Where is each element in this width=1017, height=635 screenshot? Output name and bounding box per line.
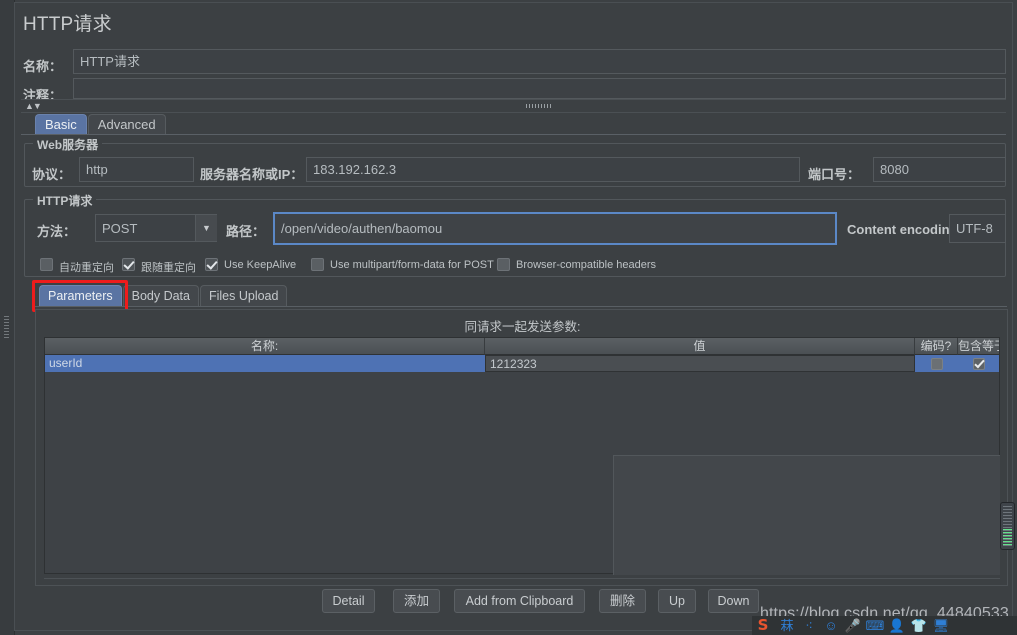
splitter-dots-icon[interactable] <box>526 104 552 108</box>
name-label: 名称： <box>23 59 63 74</box>
tab-underline <box>21 134 1006 135</box>
main-tabstrip: Basic Advanced <box>35 114 167 135</box>
ime-toolbox-icon[interactable]: 🖥 <box>930 617 952 634</box>
ime-toolbar[interactable]: S 菻 ⁖ ☺ 🎤 ⌨ 👤 👕 🖥 <box>752 616 1017 635</box>
comment-input[interactable] <box>73 78 1006 99</box>
cell-param-include-equals[interactable] <box>958 355 999 372</box>
server-input[interactable]: 183.192.162.3 <box>306 157 800 182</box>
subtab-parameters[interactable]: Parameters <box>39 285 122 307</box>
path-label: 路径： <box>226 224 266 239</box>
column-header-name[interactable]: 名称: <box>45 338 485 355</box>
content-encoding-label: Content encoding: <box>847 222 962 237</box>
name-input[interactable]: HTTP请求 <box>73 49 1006 74</box>
ime-voice-input-icon[interactable]: 🎤 <box>842 617 864 634</box>
parameters-table[interactable]: 名称: 值 编码? 包含等于? userId 1212323 <box>44 337 1000 575</box>
up-button[interactable]: Up <box>658 589 696 613</box>
params-subtabstrip: Parameters Body Data Files Upload <box>39 285 288 307</box>
down-button[interactable]: Down <box>708 589 759 613</box>
label-browser-compatible-headers: Browser-compatible headers <box>516 259 657 271</box>
label-follow-redirect: 跟随重定向 <box>141 262 196 274</box>
ime-emoji-icon[interactable]: ☺ <box>820 617 842 634</box>
ime-chinese-mode-icon[interactable]: 菻 <box>776 617 798 634</box>
delete-button[interactable]: 删除 <box>599 589 646 613</box>
encode-checkbox[interactable] <box>930 357 943 370</box>
subtab-underline <box>35 306 1007 307</box>
web-server-group-title: Web服务器 <box>33 136 103 153</box>
ime-account-icon[interactable]: 👤 <box>886 617 908 634</box>
label-use-multipart: Use multipart/form-data for POST <box>330 259 494 271</box>
method-dropdown-value: POST <box>102 220 138 236</box>
detail-button[interactable]: Detail <box>322 589 375 613</box>
subtab-body-data[interactable]: Body Data <box>122 285 199 307</box>
table-empty-overlay <box>613 455 1000 575</box>
add-from-clipboard-button[interactable]: Add from Clipboard <box>454 589 585 613</box>
page-title: HTTP请求 <box>23 14 112 35</box>
parameters-pane: 同请求一起发送参数: 名称: 值 编码? 包含等于? userId 121232… <box>35 309 1008 613</box>
server-label: 服务器名称或IP： <box>200 167 304 182</box>
add-button[interactable]: 添加 <box>393 589 440 613</box>
ime-keyboard-icon[interactable]: ⌨ <box>864 617 886 634</box>
column-header-encode[interactable]: 编码? <box>915 338 958 355</box>
main-panel: HTTP请求 名称： HTTP请求 注释： ▲▼ Basic Advanced … <box>14 2 1013 631</box>
button-bar-divider <box>44 578 1000 579</box>
ime-skin-icon[interactable]: 👕 <box>908 617 930 634</box>
column-header-include-equals[interactable]: 包含等于? <box>958 338 999 355</box>
checkbox-use-multipart[interactable] <box>311 258 324 271</box>
horizontal-splitter[interactable]: ▲▼ <box>21 99 1006 113</box>
subtab-files-upload[interactable]: Files Upload <box>199 285 288 307</box>
protocol-label: 协议： <box>32 167 72 182</box>
column-header-value[interactable]: 值 <box>485 338 915 355</box>
content-encoding-input[interactable]: UTF-8 <box>949 214 1006 243</box>
label-auto-redirect: 自动重定向 <box>59 262 114 274</box>
splitter-grip-icon[interactable] <box>4 316 9 338</box>
ime-punctuation-icon[interactable]: ⁖ <box>798 617 820 634</box>
cell-param-encode[interactable] <box>915 355 958 372</box>
tab-basic[interactable]: Basic <box>35 114 87 135</box>
protocol-input[interactable]: http <box>79 157 194 182</box>
method-label: 方法： <box>37 224 77 239</box>
table-header-row: 名称: 值 编码? 包含等于? <box>45 338 999 355</box>
port-input[interactable]: 8080 <box>873 157 1006 182</box>
checkbox-auto-redirect[interactable] <box>40 258 53 271</box>
cell-param-name[interactable]: userId <box>45 355 485 372</box>
chevron-down-icon[interactable]: ▼ <box>195 215 217 241</box>
parameters-caption: 同请求一起发送参数: <box>464 320 581 334</box>
right-edge-indicator[interactable] <box>1000 502 1015 550</box>
left-splitter-rail[interactable] <box>0 0 15 635</box>
checkbox-browser-compatible-headers[interactable] <box>497 258 510 271</box>
cell-param-value[interactable]: 1212323 <box>485 355 915 372</box>
indicator-bars-green-icon <box>1003 529 1012 546</box>
port-label: 端口号： <box>808 167 861 182</box>
checkbox-use-keepalive[interactable] <box>205 258 218 271</box>
jmeter-http-request-panel: HTTP请求 名称： HTTP请求 注释： ▲▼ Basic Advanced … <box>0 0 1017 635</box>
checkbox-follow-redirect[interactable] <box>122 258 135 271</box>
label-use-keepalive: Use KeepAlive <box>224 259 297 271</box>
tab-advanced[interactable]: Advanced <box>87 114 166 135</box>
http-request-group-title: HTTP请求 <box>33 192 97 209</box>
include-equals-checkbox[interactable] <box>972 357 985 370</box>
path-input[interactable]: /open/video/authen/baomou <box>273 212 837 245</box>
table-row[interactable]: userId 1212323 <box>45 355 999 372</box>
collapse-expand-arrows-icon[interactable]: ▲▼ <box>25 101 42 111</box>
sogou-logo-icon[interactable]: S <box>754 617 772 634</box>
